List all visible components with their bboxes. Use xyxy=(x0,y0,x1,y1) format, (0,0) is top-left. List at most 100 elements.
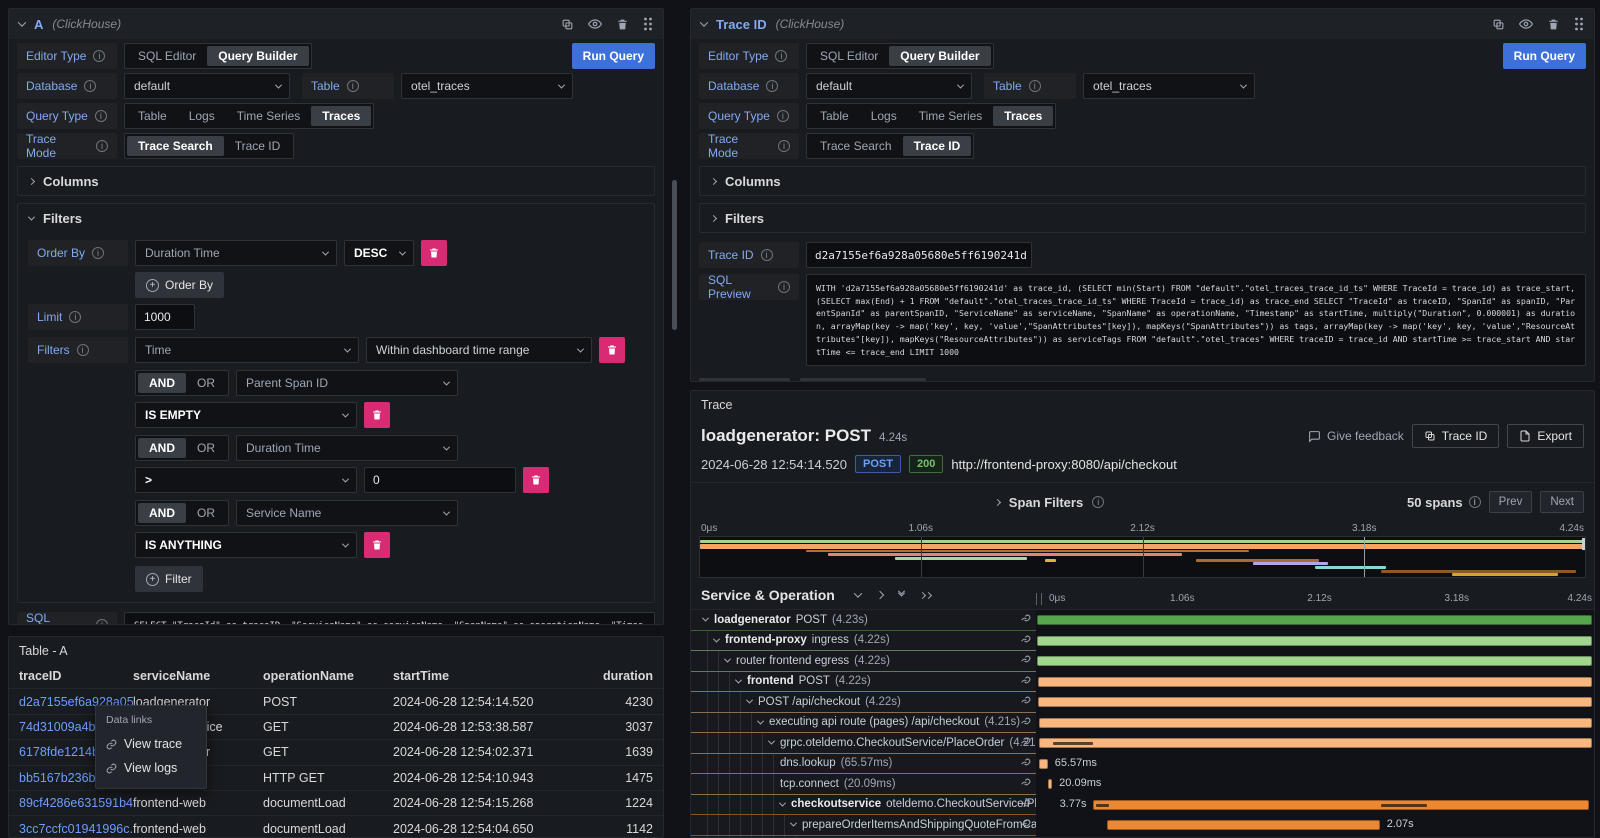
next-button[interactable]: Next xyxy=(1540,491,1584,513)
span-bar-cell[interactable] xyxy=(1036,651,1594,672)
trace-id-button[interactable]: Trace ID xyxy=(1412,424,1500,448)
info-icon[interactable] xyxy=(69,311,81,323)
span-row[interactable]: checkoutserviceoteldemo.CheckoutService/… xyxy=(691,795,1594,816)
and-option[interactable]: AND xyxy=(138,373,186,393)
query-builder-option[interactable]: Query Builder xyxy=(889,46,990,66)
minimap-canvas[interactable] xyxy=(699,536,1586,578)
query-type-timeseries[interactable]: Time Series xyxy=(908,106,994,126)
collapse-all-icon[interactable] xyxy=(899,593,904,597)
info-icon[interactable] xyxy=(92,247,104,259)
link-icon[interactable] xyxy=(1020,778,1031,792)
span-bar-cell[interactable] xyxy=(1036,610,1594,631)
span-bar[interactable] xyxy=(1107,820,1379,830)
span-collapse-icon[interactable] xyxy=(746,697,753,704)
span-collapse-icon[interactable] xyxy=(790,820,797,827)
info-icon[interactable] xyxy=(766,80,778,92)
trash-icon[interactable] xyxy=(616,18,629,31)
span-bar[interactable] xyxy=(1093,800,1589,810)
span-name-cell[interactable]: executing api route (pages) /api/checkou… xyxy=(691,713,1036,734)
span-name-cell[interactable]: prepareOrderItemsAndShippingQuoteFromCar… xyxy=(691,815,1036,836)
span-name-cell[interactable]: dns.lookup(65.57ms) xyxy=(691,754,1036,775)
span-name-cell[interactable]: checkoutserviceoteldemo.CheckoutService/… xyxy=(691,795,1036,816)
span-bar-cell[interactable]: 2.07s xyxy=(1036,815,1594,836)
condition-operator-select[interactable]: IS EMPTY xyxy=(135,402,357,428)
info-icon[interactable] xyxy=(93,50,105,62)
filter-field-select[interactable]: Time xyxy=(135,337,359,363)
or-option[interactable]: OR xyxy=(186,438,226,458)
span-bar[interactable] xyxy=(1037,636,1592,646)
span-bar-cell[interactable] xyxy=(1036,733,1594,754)
info-icon[interactable] xyxy=(1029,80,1041,92)
columns-section-header[interactable]: Columns xyxy=(700,167,1585,195)
order-by-direction-select[interactable]: DESC xyxy=(344,240,414,266)
info-icon[interactable] xyxy=(347,80,359,92)
minimap-drag-handle[interactable] xyxy=(1582,538,1585,550)
span-bar[interactable] xyxy=(1038,697,1593,707)
trace-id-input[interactable]: d2a7155ef6a928a05680e5ff6190241d xyxy=(806,242,1032,268)
span-bar-cell[interactable]: 65.57ms xyxy=(1036,754,1594,775)
limit-input[interactable]: 1000 xyxy=(135,304,195,330)
query-type-table[interactable]: Table xyxy=(809,106,860,126)
condition-field-select[interactable]: Duration Time xyxy=(236,435,458,461)
span-bar[interactable] xyxy=(1037,656,1592,666)
info-icon[interactable] xyxy=(778,140,790,152)
column-splitter[interactable] xyxy=(1036,593,1042,605)
duplicate-icon[interactable] xyxy=(561,18,574,31)
or-option[interactable]: OR xyxy=(186,373,226,393)
span-collapse-icon[interactable] xyxy=(779,799,786,806)
collapse-chevron-icon[interactable] xyxy=(700,18,708,26)
trace-id-option[interactable]: Trace ID xyxy=(224,136,292,156)
info-icon[interactable] xyxy=(761,249,773,261)
table-select[interactable]: otel_traces xyxy=(401,73,573,99)
span-row[interactable]: router frontend egress(4.22s) xyxy=(691,651,1594,672)
trace-id-option[interactable]: Trace ID xyxy=(903,136,972,156)
link-icon[interactable] xyxy=(1020,799,1031,813)
span-bar-cell[interactable] xyxy=(1036,672,1594,693)
info-icon[interactable] xyxy=(778,281,790,293)
query-inspector-button[interactable]: Query inspector xyxy=(800,378,926,382)
info-icon[interactable] xyxy=(1469,496,1481,508)
link-icon[interactable] xyxy=(1020,717,1031,731)
span-collapse-icon[interactable] xyxy=(757,717,764,724)
query-type-timeseries[interactable]: Time Series xyxy=(226,106,312,126)
link-icon[interactable] xyxy=(1020,696,1031,710)
grip-icon[interactable] xyxy=(643,17,653,31)
remove-order-by-button[interactable] xyxy=(421,240,447,266)
duplicate-icon[interactable] xyxy=(1492,18,1505,31)
remove-condition-button[interactable] xyxy=(364,402,390,428)
span-bar-cell[interactable]: 3.77s xyxy=(1036,795,1594,816)
info-icon[interactable] xyxy=(1092,496,1104,508)
span-collapse-icon[interactable] xyxy=(768,738,775,745)
sql-editor-option[interactable]: SQL Editor xyxy=(809,46,889,66)
link-icon[interactable] xyxy=(1020,819,1031,833)
info-icon[interactable] xyxy=(775,50,787,62)
link-icon[interactable] xyxy=(1020,758,1031,772)
span-name-cell[interactable]: tcp.connect(20.09ms) xyxy=(691,774,1036,795)
query-type-table[interactable]: Table xyxy=(127,106,178,126)
span-row[interactable]: loadgeneratorPOST(4.23s) xyxy=(691,610,1594,631)
col-traceid[interactable]: traceID xyxy=(19,669,133,683)
view-logs-link[interactable]: View logs xyxy=(96,756,206,780)
condition-operator-select[interactable]: > xyxy=(135,467,357,493)
span-bar[interactable] xyxy=(1039,718,1593,728)
filters-section-header[interactable]: Filters xyxy=(18,204,654,232)
span-row[interactable]: frontend-proxyingress(4.22s) xyxy=(691,631,1594,652)
link-icon[interactable] xyxy=(1020,635,1031,649)
query-type-logs[interactable]: Logs xyxy=(178,106,226,126)
link-icon[interactable] xyxy=(1020,614,1031,628)
col-starttime[interactable]: startTime xyxy=(393,669,597,683)
col-duration[interactable]: duration xyxy=(597,669,653,683)
span-collapse-icon[interactable] xyxy=(735,676,742,683)
database-select[interactable]: default xyxy=(124,73,290,99)
collapse-one-icon[interactable] xyxy=(854,589,862,597)
query-type-traces[interactable]: Traces xyxy=(993,106,1053,126)
col-operationname[interactable]: operationName xyxy=(263,669,393,683)
span-row[interactable]: grpc.oteldemo.CheckoutService/PlaceOrder… xyxy=(691,733,1594,754)
left-pane-scrollbar[interactable] xyxy=(672,180,677,330)
span-bar[interactable] xyxy=(1037,615,1592,625)
and-option[interactable]: AND xyxy=(138,503,186,523)
remove-filter-button[interactable] xyxy=(599,337,625,363)
give-feedback-link[interactable]: Give feedback xyxy=(1308,429,1404,443)
info-icon[interactable] xyxy=(95,110,107,122)
span-row[interactable]: prepareOrderItemsAndShippingQuoteFromCar… xyxy=(691,815,1594,836)
